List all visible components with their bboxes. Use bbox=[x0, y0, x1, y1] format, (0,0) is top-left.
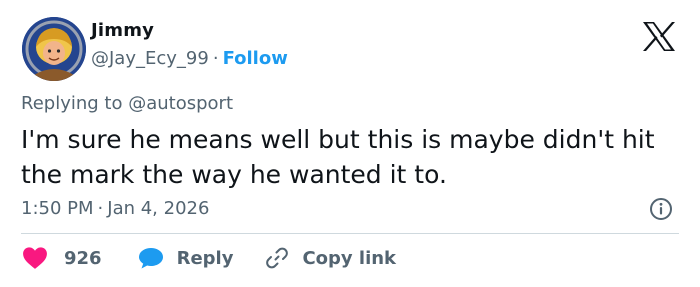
reply-mention-link[interactable]: @autosport bbox=[128, 93, 233, 114]
follow-button[interactable]: Follow bbox=[223, 48, 288, 69]
info-icon[interactable] bbox=[649, 197, 673, 225]
reply-context: Replying to @autosport bbox=[21, 93, 233, 114]
like-button[interactable]: 926 bbox=[22, 246, 102, 270]
timestamp-separator: · bbox=[97, 198, 104, 219]
tweet-text: I'm sure he means well but this is maybe… bbox=[21, 125, 655, 189]
author-handle-row: @Jay_Ecy_99 · Follow bbox=[91, 48, 288, 69]
handle-separator: · bbox=[212, 48, 219, 69]
copy-link-label: Copy link bbox=[302, 247, 397, 269]
author-name[interactable]: Jimmy bbox=[91, 20, 154, 41]
reply-context-prefix: Replying to bbox=[21, 93, 123, 114]
copy-link-button[interactable]: Copy link bbox=[265, 246, 396, 270]
heart-icon bbox=[23, 247, 47, 269]
speech-bubble-icon bbox=[138, 248, 163, 269]
avatar[interactable] bbox=[22, 17, 86, 81]
avatar-image bbox=[22, 17, 86, 81]
reply-button[interactable]: Reply bbox=[138, 246, 234, 270]
tweet-date: Jan 4, 2026 bbox=[107, 198, 210, 219]
link-icon bbox=[266, 247, 289, 269]
reply-label: Reply bbox=[176, 247, 234, 269]
author-handle[interactable]: @Jay_Ecy_99 bbox=[91, 48, 209, 69]
like-count: 926 bbox=[64, 247, 102, 269]
divider bbox=[21, 233, 679, 234]
tweet-actions: 926 Reply Copy link bbox=[22, 246, 396, 270]
tweet-time: 1:50 PM bbox=[21, 198, 94, 219]
tweet-timestamp[interactable]: 1:50 PM · Jan 4, 2026 bbox=[21, 198, 209, 219]
x-logo-icon[interactable] bbox=[642, 21, 676, 56]
